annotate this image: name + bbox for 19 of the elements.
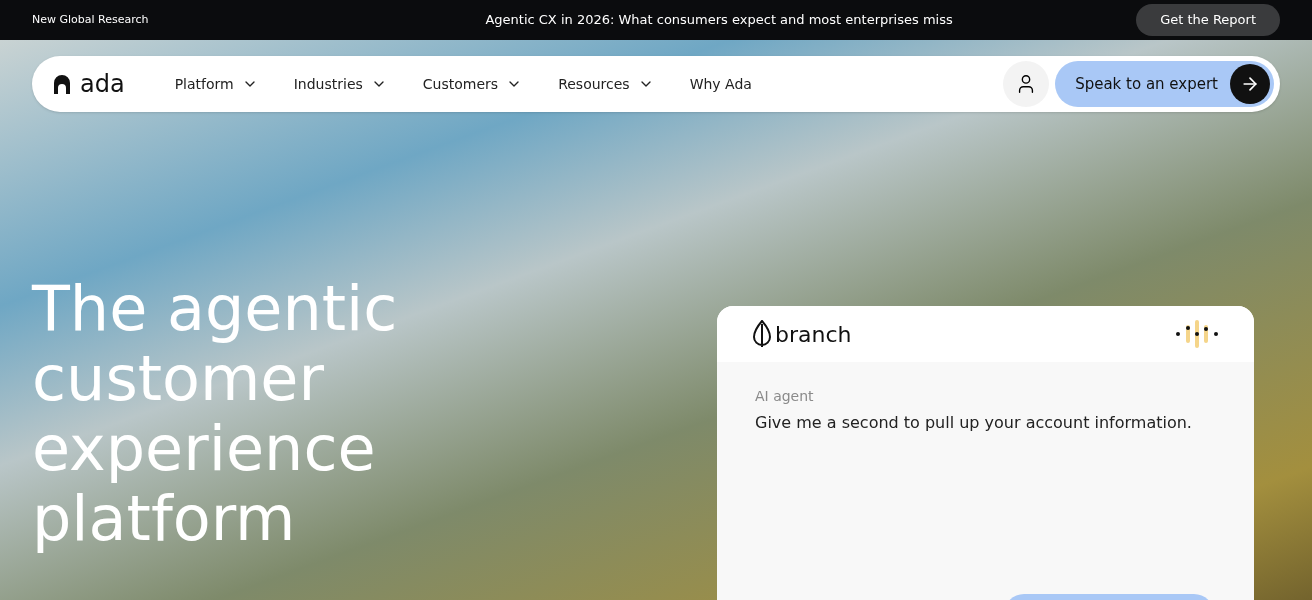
account-button[interactable]	[1003, 61, 1050, 107]
speak-to-expert-button[interactable]: Speak to an expert	[1055, 61, 1274, 107]
nav-menu-item[interactable]: Why Ada	[671, 73, 770, 95]
agent-message: Give me a second to pull up your account information.	[755, 412, 1193, 434]
nav-menu-item[interactable]: Resources	[540, 73, 672, 95]
arrow-right-icon	[1230, 64, 1270, 104]
logo-icon	[52, 73, 72, 95]
nav-menu-item[interactable]: Platform	[156, 73, 276, 95]
get-report-button[interactable]: Get the Report	[1136, 4, 1280, 36]
nav-menu-item[interactable]: Industries	[275, 73, 405, 95]
hero-heading: The agentic customer experience platform	[32, 274, 399, 557]
logo-text: ada	[80, 72, 125, 96]
announcement-headline: Agentic CX in 2026: What consumers expect and most enterprises miss	[484, 11, 954, 30]
leaf-icon	[753, 320, 771, 348]
nav-menu-item[interactable]: Customers	[404, 73, 541, 95]
voice-wave-icon	[1176, 319, 1218, 349]
research-label: New Global Research	[32, 11, 150, 28]
brand-name: branch	[775, 320, 852, 349]
sender-label: AI agent	[755, 387, 815, 406]
